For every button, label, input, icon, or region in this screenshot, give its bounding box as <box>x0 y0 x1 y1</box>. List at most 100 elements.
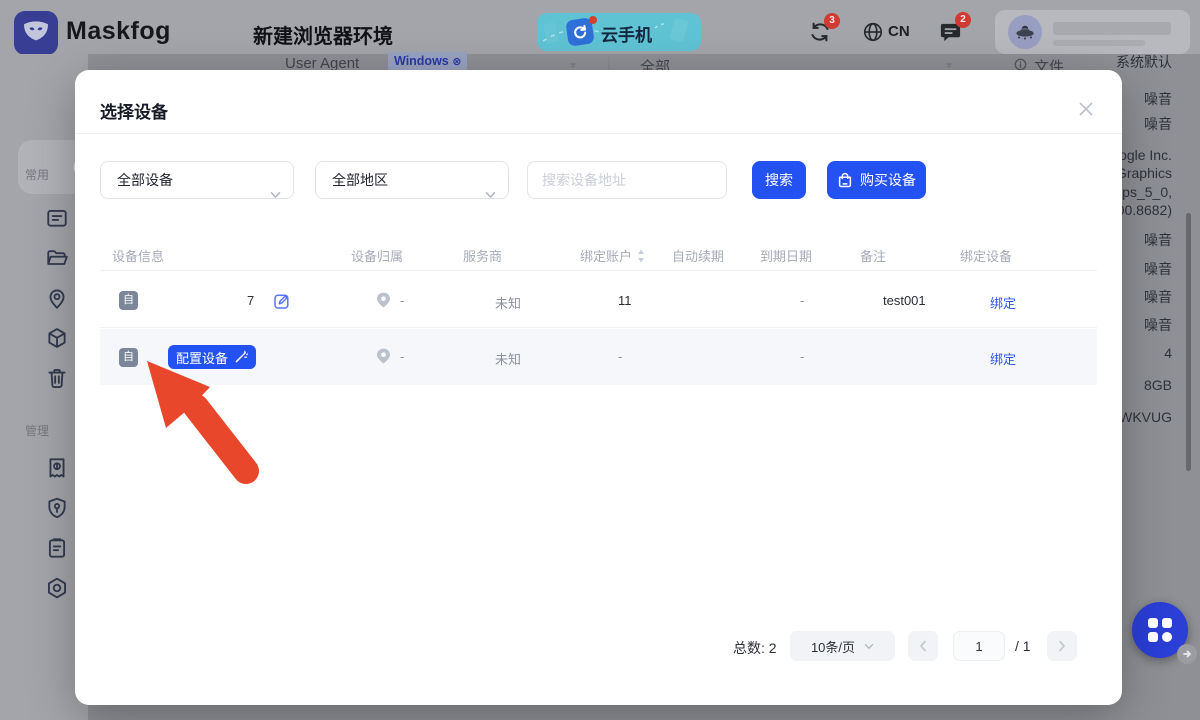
owner-cell: - <box>400 349 404 364</box>
fingerprint-value: 噪音 <box>1144 287 1172 307</box>
fingerprint-value: Graphics <box>1116 165 1172 181</box>
notification-dot <box>589 16 597 24</box>
chip-close-icon[interactable]: ⊗ <box>452 56 461 68</box>
buy-device-button[interactable]: 购买设备 <box>827 161 926 199</box>
divider <box>100 270 1097 271</box>
globe-icon[interactable] <box>862 21 884 48</box>
col-bound-account[interactable]: 绑定账户 <box>580 246 632 265</box>
sort-icon[interactable] <box>637 249 645 268</box>
fingerprint-value: 噪音 <box>1144 114 1172 134</box>
col-device-info: 设备信息 <box>112 246 164 265</box>
fab-expand-arrow[interactable] <box>1177 644 1197 664</box>
account-menu[interactable] <box>995 10 1190 54</box>
next-page-button[interactable] <box>1047 631 1077 661</box>
fingerprint-value: 噪音 <box>1144 259 1172 279</box>
expire-cell: - <box>800 293 804 308</box>
sidebar-item-logs[interactable] <box>45 536 69 560</box>
subtitle-redacted <box>1053 40 1145 46</box>
fingerprint-value: WKVUG <box>1119 409 1172 425</box>
device-name-remnant: 7 <box>247 293 254 308</box>
bind-link[interactable]: 绑定 <box>990 349 1016 368</box>
device-search-input[interactable] <box>527 161 727 199</box>
chevron-down-icon <box>270 176 281 212</box>
modal-title: 选择设备 <box>100 98 168 123</box>
fingerprint-value: 4 <box>1164 345 1172 361</box>
fingerprint-value: 噪音 <box>1144 230 1172 250</box>
message-badge: 2 <box>955 12 971 28</box>
maskfog-logo <box>14 11 58 55</box>
cloud-phone-label: 云手机 <box>601 21 652 46</box>
bind-link[interactable]: 绑定 <box>990 293 1016 312</box>
fingerprint-value: ps_5_0, <box>1122 184 1172 200</box>
sidebar-item-settings[interactable] <box>45 576 69 600</box>
col-provider: 服务商 <box>463 246 502 265</box>
provider-cell: 未知 <box>495 349 521 368</box>
divider <box>75 133 1122 134</box>
bag-icon <box>837 172 853 188</box>
account-cell: 11 <box>618 293 632 308</box>
select-device-modal: 选择设备 全部设备 全部地区 搜索 购买设备 设备信息 设备归属 服务商 绑定账… <box>75 70 1122 705</box>
fingerprint-value: 噪音 <box>1144 315 1172 335</box>
ufo-avatar <box>1008 15 1042 49</box>
col-expire-date: 到期日期 <box>760 246 812 265</box>
device-type-select[interactable]: 全部设备 <box>100 161 294 199</box>
account-cell: - <box>618 349 622 364</box>
region-select[interactable]: 全部地区 <box>315 161 509 199</box>
configure-device-button[interactable]: 配置设备 <box>168 345 256 369</box>
region-value: 全部地区 <box>332 172 388 188</box>
system-default-value: 系统默认 <box>1116 52 1172 72</box>
fingerprint-value: ogle Inc. <box>1119 147 1172 163</box>
sidebar-item-apps[interactable] <box>45 326 69 350</box>
col-bind-device: 绑定设备 <box>960 246 1012 265</box>
os-chip[interactable]: Windows ⊗ <box>388 52 467 71</box>
scrollbar[interactable] <box>1186 213 1191 471</box>
page-size-value: 10条/页 <box>811 637 855 656</box>
page-title: 新建浏览器环境 <box>253 20 393 49</box>
device-type-value: 全部设备 <box>117 172 173 188</box>
configure-device-label: 配置设备 <box>176 348 228 367</box>
prev-page-button[interactable] <box>908 631 938 661</box>
locale-label[interactable]: CN <box>888 23 910 40</box>
total-count: 总数: 2 <box>733 638 777 658</box>
magic-wand-icon <box>234 350 248 364</box>
owner-cell: - <box>400 293 404 308</box>
fingerprint-value: 噪音 <box>1144 89 1172 109</box>
col-note: 备注 <box>860 246 886 265</box>
brand-name: Maskfog <box>66 17 171 46</box>
pin-icon <box>377 348 390 369</box>
mask-icon <box>21 16 51 51</box>
cloud-phone-button[interactable]: 云手机 <box>537 13 701 51</box>
edit-icon[interactable] <box>273 292 291 315</box>
current-page-input[interactable]: 1 <box>953 631 1005 661</box>
sidebar-item-trash[interactable] <box>45 366 69 390</box>
sidebar-item-environments[interactable] <box>45 206 69 230</box>
page-size-select[interactable]: 10条/页 <box>790 631 895 661</box>
sidebar-item-groups[interactable] <box>45 246 69 270</box>
fingerprint-value: 8GB <box>1144 377 1172 393</box>
sidebar-item-proxies[interactable] <box>45 286 69 310</box>
search-button[interactable]: 搜索 <box>752 161 806 199</box>
close-icon[interactable] <box>1073 96 1099 122</box>
sidebar-item-permissions[interactable] <box>45 496 69 520</box>
total-pages: / 1 <box>1015 638 1031 654</box>
device-tag-badge: 自 <box>119 348 138 367</box>
sidebar-section-manage: 管理 <box>25 422 49 439</box>
current-page-value: 1 <box>975 639 982 654</box>
col-ownership: 设备归属 <box>351 246 403 265</box>
pin-icon <box>377 292 390 313</box>
chevron-down-icon <box>864 643 874 650</box>
provider-cell: 未知 <box>495 293 521 312</box>
table-row[interactable]: 自 7 - 未知 11 - test001 绑定 <box>100 272 1097 328</box>
topbar: Maskfog 新建浏览器环境 云手机 3 CN 2 <box>0 0 1200 54</box>
fingerprint-value: 00.8682) <box>1117 202 1172 218</box>
sidebar-item-billing[interactable] <box>45 456 69 480</box>
table-row[interactable]: 自 配置设备 - 未知 - - 绑定 <box>100 329 1097 385</box>
expire-cell: - <box>800 349 804 364</box>
col-auto-renew: 自动续期 <box>672 246 724 265</box>
sync-badge: 3 <box>824 13 840 29</box>
chevron-down-icon <box>485 176 496 212</box>
sidebar-section-common: 常用 <box>25 166 49 183</box>
device-tag-badge: 自 <box>119 291 138 310</box>
username-redacted <box>1053 22 1171 35</box>
note-cell: test001 <box>883 293 926 308</box>
